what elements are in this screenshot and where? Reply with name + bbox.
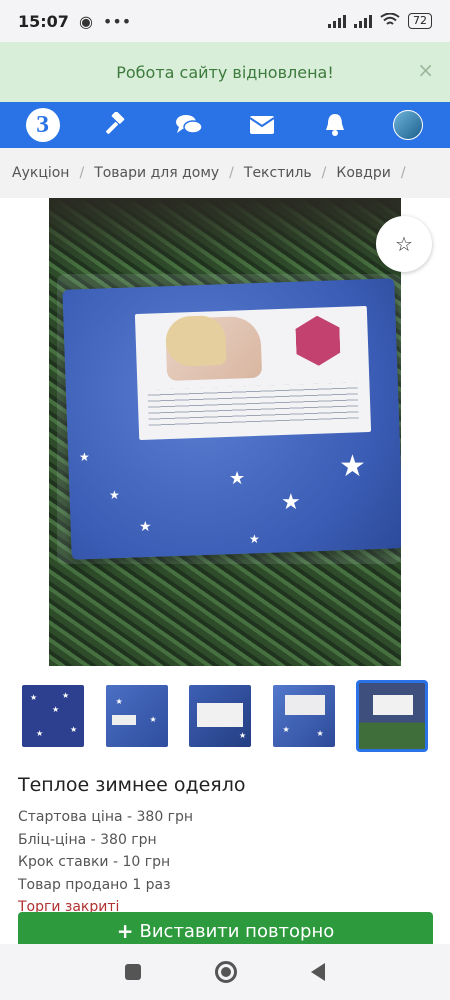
battery-icon: 72 — [408, 13, 432, 29]
blitz-price: Бліц-ціна - 380 грн — [18, 831, 157, 848]
breadcrumb-separator: / — [321, 165, 327, 181]
home-logo-link[interactable]: З — [21, 103, 65, 147]
wifi-icon — [380, 12, 400, 31]
status-time: 15:07 — [18, 11, 69, 31]
breadcrumb-item[interactable]: Текстиль — [244, 165, 312, 181]
close-icon[interactable]: × — [417, 60, 434, 80]
user-menu[interactable] — [386, 103, 430, 147]
more-dots-icon: ••• — [102, 11, 132, 31]
signal-icon — [328, 14, 346, 28]
breadcrumb-separator: / — [229, 165, 234, 181]
site-logo: З — [25, 108, 60, 142]
plus-icon: + — [116, 919, 134, 943]
bell-icon[interactable] — [313, 103, 357, 147]
product-label — [134, 305, 372, 441]
breadcrumb-item[interactable]: Ковдри — [336, 165, 390, 181]
breadcrumb-separator: / — [400, 165, 406, 181]
thumbnail-4[interactable]: ★ ★ — [272, 685, 335, 747]
signal-icon — [354, 14, 372, 28]
system-nav-bar — [0, 944, 450, 1000]
top-navbar: З — [0, 102, 450, 148]
repost-button-label: Виставити повторно — [139, 920, 335, 942]
thumbnail-strip: ★ ★ ★ ★ ★ ★ ★ ★ ★ ★ — [0, 666, 450, 766]
product-info: Стартова ціна - 380 грн Бліц-ціна - 380 … — [0, 800, 450, 919]
favorite-star-icon[interactable]: ☆ — [376, 216, 432, 272]
auction-hammer-icon[interactable] — [94, 103, 138, 147]
notice-banner: Робота сайту відновлена! × — [0, 42, 450, 102]
home-icon[interactable] — [215, 961, 237, 983]
thumbnail-5-active[interactable] — [356, 680, 428, 752]
thumbnail-1[interactable]: ★ ★ ★ ★ ★ — [22, 685, 84, 747]
notice-text: Робота сайту відновлена! — [116, 62, 334, 82]
product-gallery: ★ ★ ★ ★ ★ ★ ★ ☆ — [0, 198, 450, 666]
thumbnail-3[interactable]: ★ — [189, 685, 251, 747]
back-icon[interactable] — [311, 963, 325, 981]
mail-icon[interactable] — [240, 103, 284, 147]
recents-icon[interactable] — [125, 964, 141, 980]
product-title: Теплое зимнее одеяло — [18, 774, 246, 796]
breadcrumb-item[interactable]: Товари для дому — [94, 165, 219, 181]
breadcrumb-separator: / — [79, 165, 85, 181]
status-bar: 15:07 ◉ ••• 72 — [0, 0, 450, 42]
chat-icon[interactable] — [167, 103, 211, 147]
product-main-image[interactable]: ★ ★ ★ ★ ★ ★ ★ — [49, 198, 401, 666]
thumbnail-2[interactable]: ★ ★ — [105, 685, 168, 747]
avatar — [392, 110, 423, 140]
chrome-icon: ◉ — [78, 11, 93, 31]
sold-count: Товар продано 1 раз — [18, 876, 171, 893]
breadcrumb: Аукціон / Товари для дому / Текстиль / К… — [0, 148, 450, 198]
breadcrumb-item[interactable]: Аукціон — [12, 165, 69, 181]
start-price: Стартова ціна - 380 грн — [18, 809, 194, 825]
bid-step: Крок ставки - 10 грн — [18, 854, 171, 870]
